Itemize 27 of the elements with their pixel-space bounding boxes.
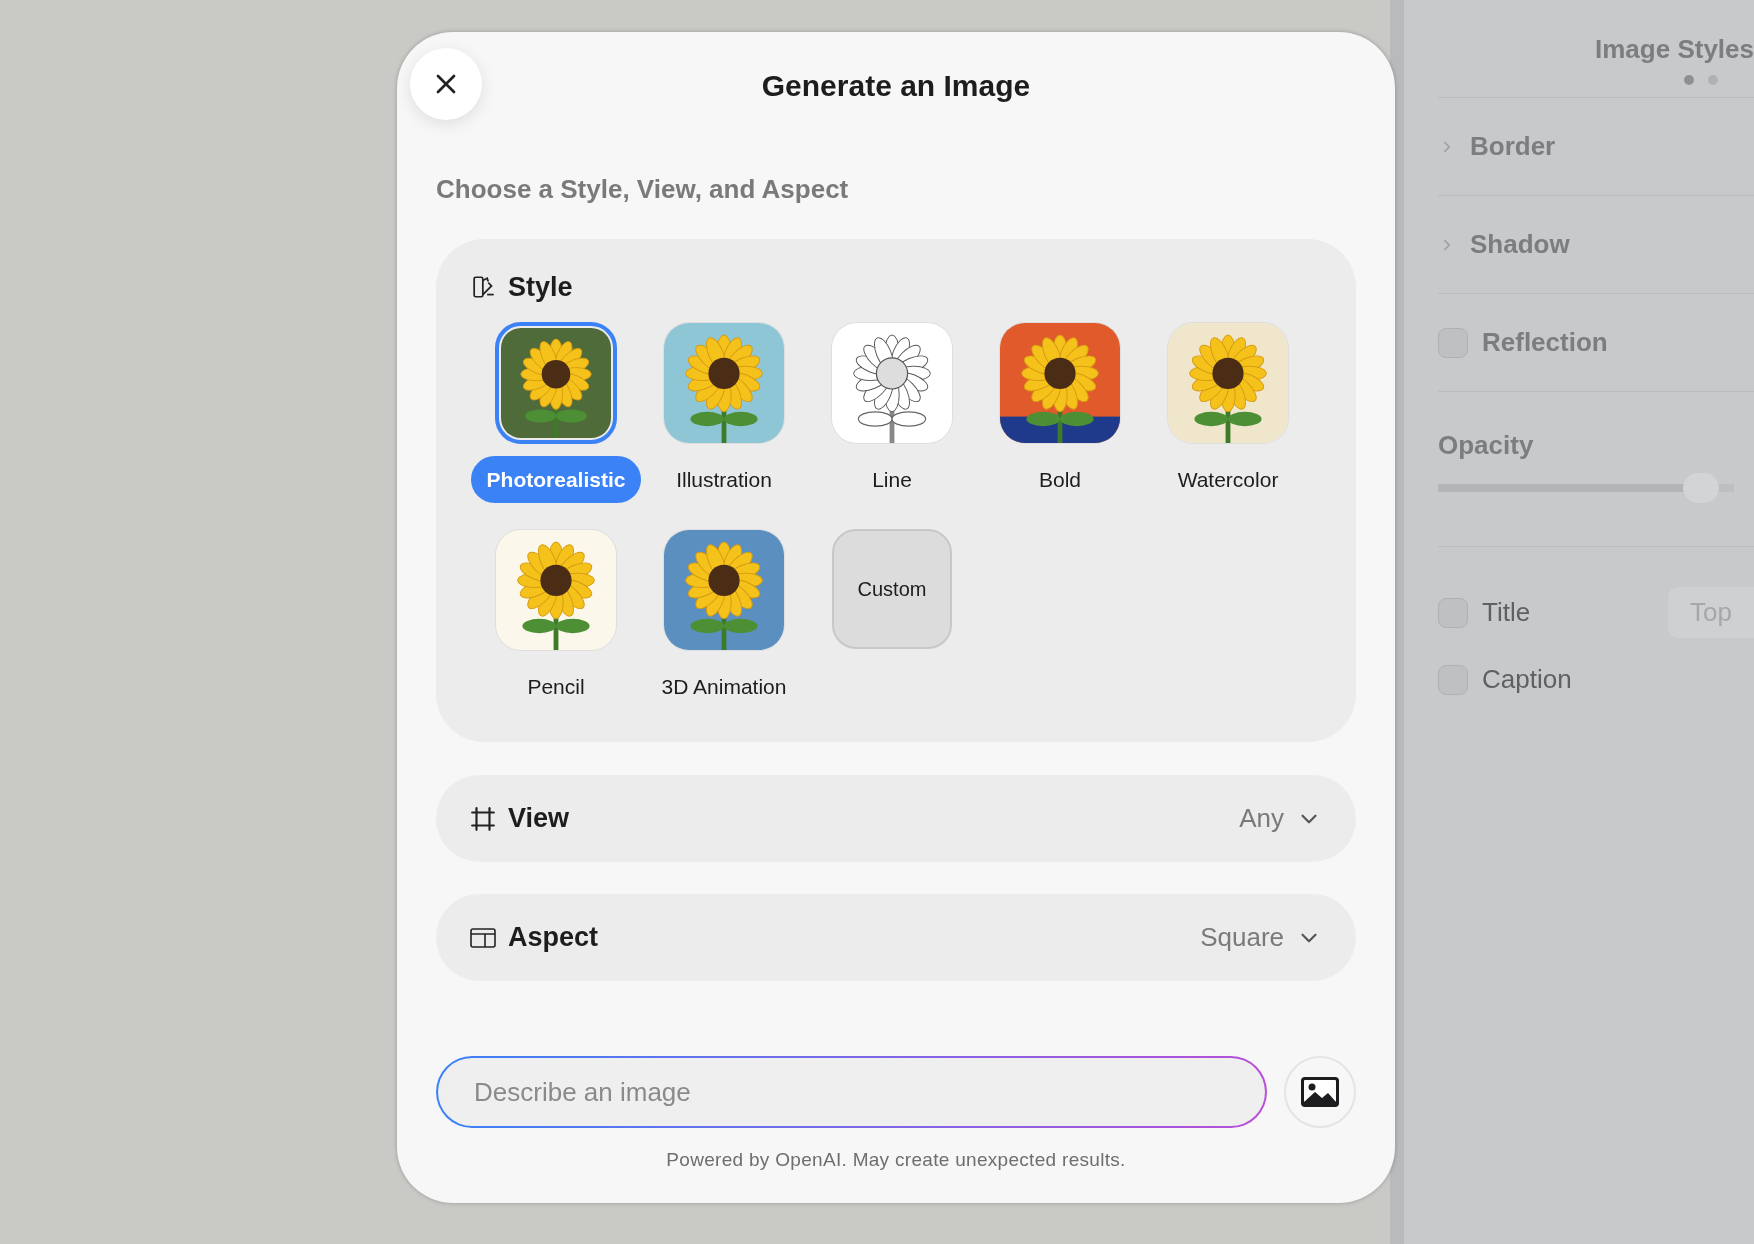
slider-thumb[interactable] <box>1683 473 1720 503</box>
frame-icon <box>470 805 496 832</box>
aspect-dropdown[interactable]: Aspect Square <box>436 894 1356 981</box>
slider-label: Opacity <box>1438 429 1535 462</box>
style-option[interactable]: 3D Animation <box>640 529 808 711</box>
prompt-field[interactable]: Describe an image <box>436 1056 1267 1128</box>
style-option[interactable]: Illustration <box>640 321 808 503</box>
checkbox[interactable] <box>1438 664 1468 695</box>
style-option[interactable]: Pencil <box>472 529 640 711</box>
dialog-title: Generate an Image <box>761 67 1031 104</box>
style-option[interactable]: Custom <box>808 529 976 711</box>
dialog-subtitle: Choose a Style, View, and Aspect <box>436 173 850 206</box>
checkbox-label: Caption <box>1482 663 1572 696</box>
disclaimer-text: Powered by OpenAI. May create unexpected results. <box>666 1148 1126 1172</box>
style-option[interactable]: Photorealistic <box>472 321 640 503</box>
view-dropdown[interactable]: View Any <box>436 775 1356 862</box>
style-option[interactable]: Bold <box>976 321 1144 503</box>
checkbox-label: Title <box>1482 596 1531 629</box>
checkbox-label: Reflection <box>1482 326 1608 359</box>
layout-icon <box>470 927 496 948</box>
style-option[interactable]: Watercolor <box>1144 321 1312 503</box>
image-icon <box>1300 1076 1340 1108</box>
section-title: Style <box>508 271 573 304</box>
style-option[interactable]: Line <box>808 321 976 503</box>
panel-title: Image Styles <box>1595 33 1754 66</box>
checkbox[interactable] <box>1438 597 1468 628</box>
checkbox[interactable] <box>1438 327 1468 358</box>
